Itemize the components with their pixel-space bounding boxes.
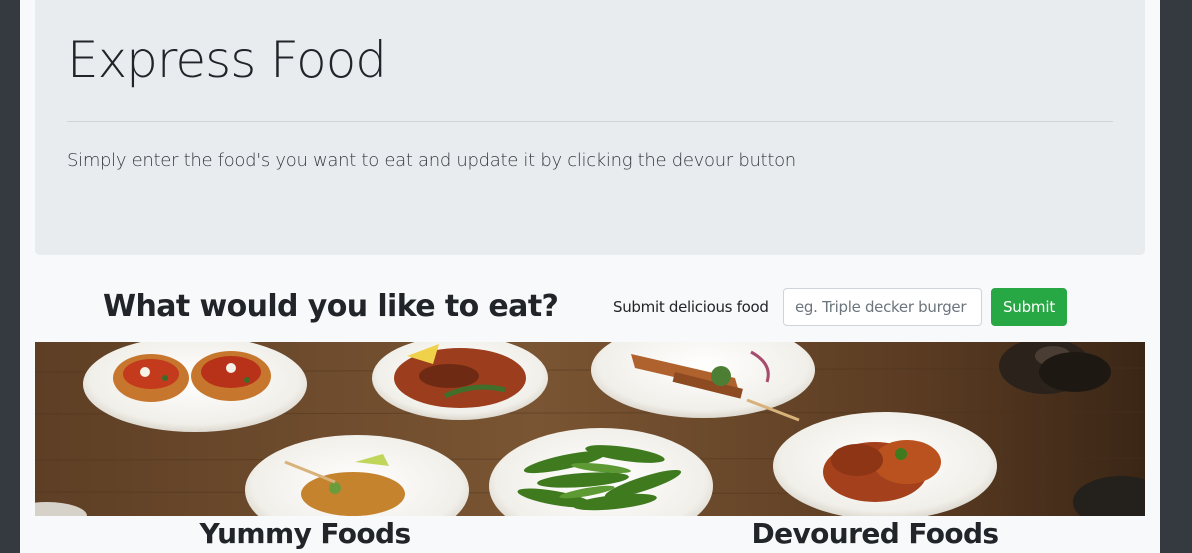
page-container: Express Food Simply enter the food's you… <box>20 0 1160 553</box>
food-input-label: Submit delicious food <box>613 298 769 316</box>
page-description: Simply enter the food's you want to eat … <box>67 150 796 171</box>
yummy-foods-heading: Yummy Foods <box>199 517 411 550</box>
devoured-foods-heading: Devoured Foods <box>751 517 999 550</box>
page-title: Express Food <box>67 31 387 89</box>
jumbotron: Express Food Simply enter the food's you… <box>35 0 1145 255</box>
food-banner-image <box>35 342 1145 516</box>
food-input[interactable] <box>783 288 982 326</box>
submit-button[interactable]: Submit <box>991 288 1067 326</box>
jumbotron-divider <box>67 121 1113 122</box>
order-heading: What would you like to eat? <box>103 289 559 324</box>
